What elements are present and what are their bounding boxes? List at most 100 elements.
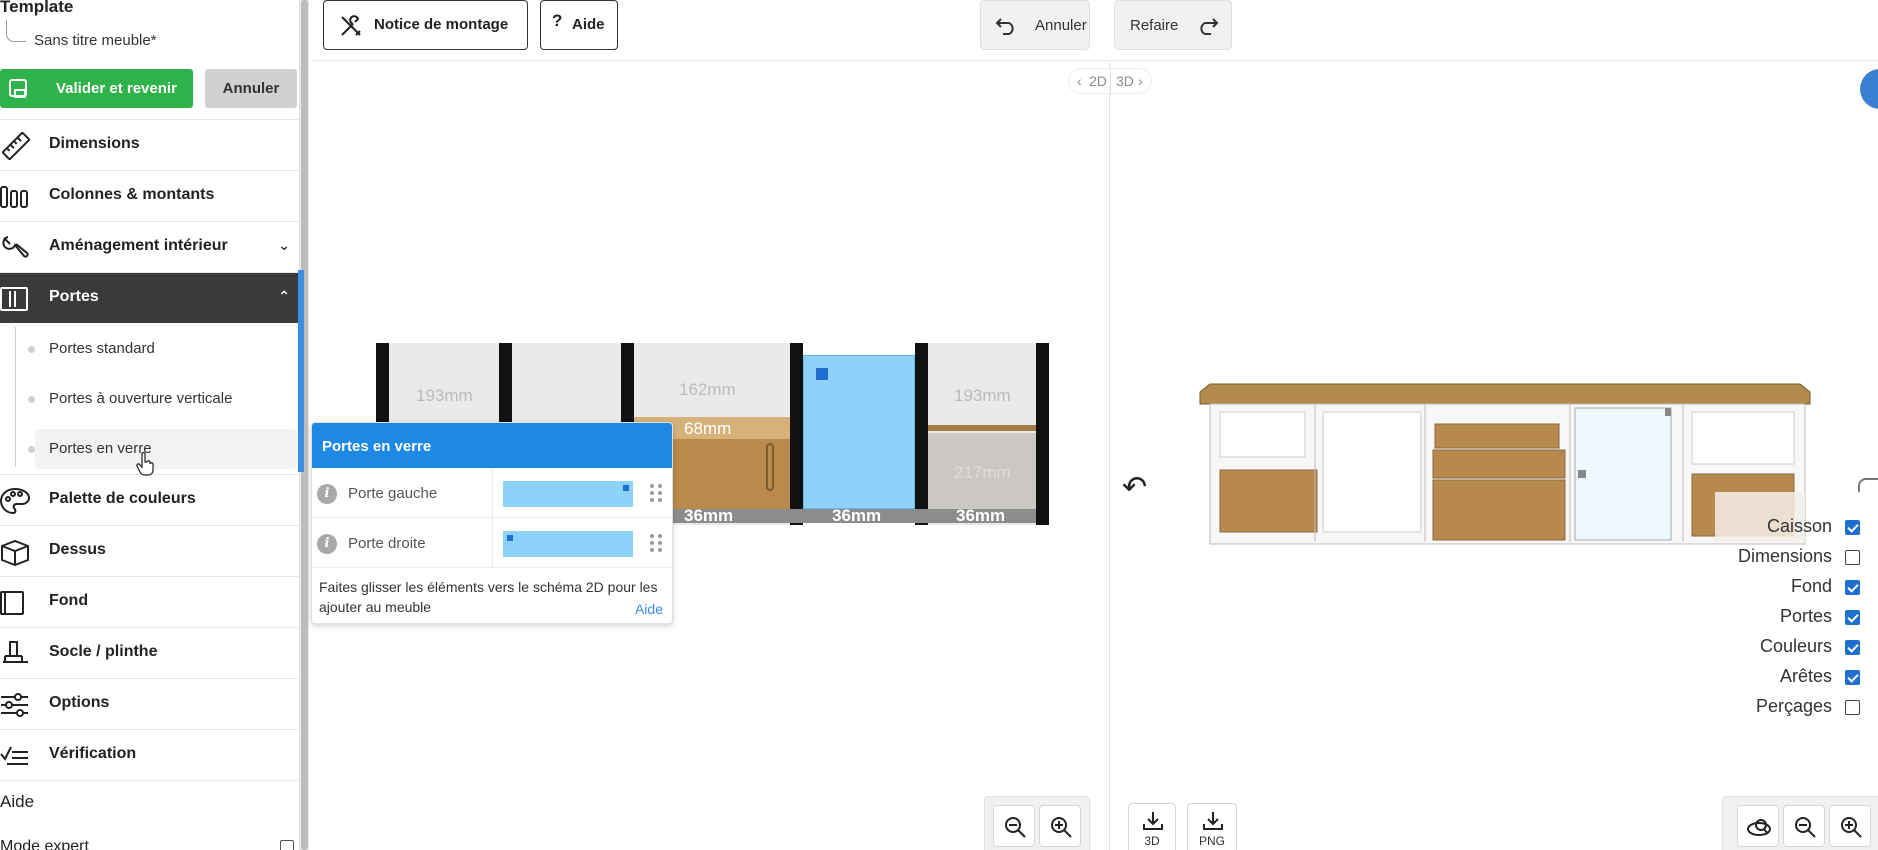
sidebar-item-label: Dimensions [49, 135, 140, 152]
glass-doors-popup: Portes en verre i Porte gauche i Porte d… [311, 422, 673, 624]
help-label: Aide [572, 16, 605, 33]
avatar[interactable] [1860, 69, 1878, 109]
export-3d-button[interactable]: 3D [1128, 803, 1176, 850]
export-png-button[interactable]: PNG [1187, 803, 1237, 850]
legend-caisson[interactable]: Caisson [1630, 516, 1870, 542]
legend-couleurs[interactable]: Couleurs [1630, 636, 1870, 662]
help-button[interactable]: ? Aide [540, 0, 618, 50]
view-toggle[interactable]: ‹ 2D 3D › [1068, 68, 1152, 95]
hinge-marker-icon [507, 535, 513, 541]
zoom-out-icon [1795, 817, 1816, 838]
chevron-left-icon: ‹ [1077, 73, 1082, 89]
sidebar-item-colonnes[interactable]: Colonnes & montants [0, 170, 299, 221]
zoom-in-icon [1841, 817, 1862, 838]
tools-icon [341, 15, 361, 36]
drag-handle-icon[interactable] [650, 534, 664, 552]
bullet-icon [28, 346, 35, 353]
submenu-item-portes-standard[interactable]: Portes standard [28, 329, 297, 369]
toggle-3d-label[interactable]: 3D [1116, 73, 1134, 89]
toggle-2d-label[interactable]: 2D [1089, 73, 1107, 89]
checklist-icon [0, 746, 28, 765]
zoom-out-3d-button[interactable] [1783, 805, 1825, 847]
bottom-dimension-label: 36mm [956, 506, 1006, 525]
sidebar-item-dessus[interactable]: Dessus [0, 525, 299, 576]
legend-checkbox[interactable] [1845, 580, 1860, 595]
template-name[interactable]: Sans titre meuble* [34, 32, 157, 49]
cancel-button[interactable]: Annuler [205, 69, 297, 108]
sidebar-item-palette[interactable]: Palette de couleurs [0, 474, 299, 525]
selection-marker-icon [816, 368, 828, 380]
sliders-icon [1, 693, 28, 717]
legend-checkbox[interactable] [1845, 700, 1860, 715]
sidebar-item-label: Aménagement intérieur [49, 237, 228, 254]
rotate-right-icon[interactable] [1858, 478, 1878, 492]
zoom-out-icon [1005, 817, 1026, 838]
view-360-icon [1747, 819, 1771, 836]
submenu-item-portes-verticales[interactable]: Portes à ouverture verticale [28, 379, 297, 419]
back-panel-icon [0, 591, 24, 615]
legend-label: Fond [1790, 576, 1832, 596]
redo-label: Refaire [1130, 17, 1179, 34]
legend-label: Dimensions [1737, 546, 1832, 566]
submenu-label: Portes standard [49, 340, 155, 357]
bullet-icon [28, 446, 35, 453]
submenu-connector [15, 327, 16, 467]
toolbar: Notice de montage ? Aide Annuler Refaire [312, 0, 1878, 61]
legend-dimensions[interactable]: Dimensions [1630, 546, 1870, 572]
columns-icon [0, 186, 28, 208]
sidebar-item-label: Socle / plinthe [49, 643, 158, 660]
legend-checkbox[interactable] [1845, 520, 1860, 535]
zoom-out-2d-button[interactable] [993, 805, 1035, 847]
sidebar-item-options[interactable]: Options [0, 678, 299, 729]
zoom-in-3d-button[interactable] [1829, 805, 1871, 847]
sidebar-item-verification[interactable]: Vérification [0, 729, 299, 780]
zoom-in-2d-button[interactable] [1039, 805, 1081, 847]
glass-door-left-item[interactable]: i Porte gauche [312, 468, 672, 518]
portes-submenu: Portes standard Portes à ouverture verti… [0, 323, 299, 473]
drawer-rail [928, 425, 1036, 431]
info-icon[interactable]: i [317, 484, 337, 504]
expert-mode-checkbox[interactable] [280, 840, 294, 850]
drawer-dimension-label: 68mm [684, 419, 732, 438]
legend-aretes[interactable]: Arêtes [1630, 666, 1870, 692]
rotate-left-icon[interactable]: ↶ [1122, 470, 1147, 505]
zoom-in-icon [1051, 817, 1072, 838]
info-icon[interactable]: i [317, 534, 337, 554]
sidebar-help-link[interactable]: Aide [0, 792, 34, 812]
validate-and-return-button[interactable]: Valider et revenir [0, 69, 193, 108]
assembly-instructions-button[interactable]: Notice de montage [323, 0, 528, 50]
sidebar-item-socle[interactable]: Socle / plinthe [0, 627, 299, 678]
expert-mode-label: Mode expert [0, 838, 89, 850]
legend-checkbox[interactable] [1845, 640, 1860, 655]
row-separator [492, 518, 493, 568]
legend-fond[interactable]: Fond [1630, 576, 1870, 602]
door-icon [0, 287, 28, 311]
legend-checkbox[interactable] [1845, 610, 1860, 625]
popup-help-link[interactable]: Aide [635, 601, 663, 617]
redo-button[interactable]: Refaire [1114, 0, 1232, 50]
sidebar-item-amenagement[interactable]: Aménagement intérieur ⌄ [0, 221, 299, 272]
box-icon [0, 539, 29, 566]
view-divider [1109, 62, 1110, 850]
chevron-up-icon: ⌃ [278, 288, 290, 304]
legend-label: Perçages [1755, 696, 1832, 716]
reset-view-button[interactable] [1737, 805, 1779, 847]
drag-handle-icon[interactable] [650, 484, 664, 502]
sidebar-item-dimensions[interactable]: Dimensions [0, 119, 299, 170]
glass-door[interactable] [803, 355, 915, 509]
sidebar-item-portes[interactable]: Portes ⌃ [0, 272, 299, 323]
bottom-dimension-label: 36mm [832, 506, 882, 525]
door-preview [503, 481, 633, 507]
undo-button[interactable]: Annuler [980, 0, 1090, 50]
sidebar-item-label: Palette de couleurs [49, 490, 196, 507]
legend-checkbox[interactable] [1845, 670, 1860, 685]
legend-checkbox[interactable] [1845, 550, 1860, 565]
sidebar-item-fond[interactable]: Fond [0, 576, 299, 627]
glass-door-right-item[interactable]: i Porte droite [312, 518, 672, 568]
submenu-item-portes-verre[interactable]: Portes en verre [28, 429, 297, 469]
legend-label: Caisson [1766, 516, 1832, 536]
legend-portes[interactable]: Portes [1630, 606, 1870, 632]
sidebar-item-label: Options [49, 694, 110, 711]
active-section-indicator [298, 270, 304, 472]
legend-percages[interactable]: Perçages [1630, 696, 1870, 722]
